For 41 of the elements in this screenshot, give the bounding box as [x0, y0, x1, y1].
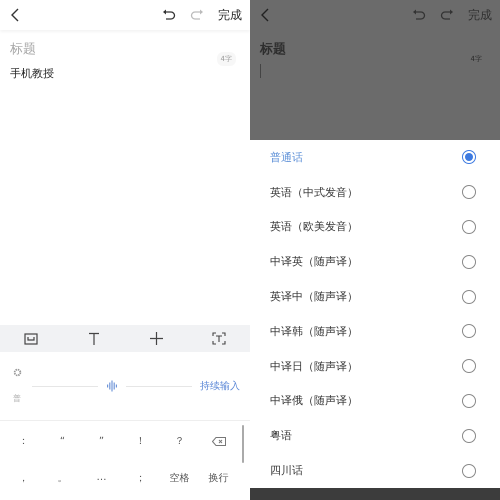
- radio-button[interactable]: [462, 464, 476, 478]
- language-option[interactable]: 中译俄（随声译）: [270, 393, 358, 408]
- done-button[interactable]: 完成: [218, 6, 242, 24]
- language-option[interactable]: 英语（中式发音）: [270, 184, 358, 200]
- radio-button[interactable]: [462, 220, 476, 234]
- language-option[interactable]: 中译英（随声译）: [270, 254, 358, 270]
- radio-button[interactable]: [462, 394, 476, 408]
- radio-button[interactable]: [462, 324, 476, 338]
- body-text: 手机教授: [10, 66, 55, 81]
- symbol-key[interactable]: ；: [121, 460, 160, 496]
- language-option[interactable]: 英语（欧美发音）: [270, 219, 358, 234]
- symbol-key[interactable]: ！: [121, 423, 160, 460]
- radio-button[interactable]: [462, 290, 476, 304]
- radio-button[interactable]: [462, 150, 476, 164]
- symbol-key[interactable]: 换行: [199, 460, 238, 496]
- symbol-key[interactable]: ”: [82, 423, 121, 460]
- symbol-key[interactable]: …: [82, 460, 121, 496]
- redo-icon[interactable]: [440, 9, 454, 21]
- symbol-key[interactable]: ，: [4, 460, 43, 496]
- backspace-icon[interactable]: [212, 436, 226, 446]
- waveform-icon[interactable]: [106, 380, 118, 392]
- undo-icon[interactable]: [162, 9, 176, 21]
- continuous-input-button[interactable]: 持续输入: [200, 379, 240, 393]
- radio-button[interactable]: [462, 185, 476, 200]
- settings-icon[interactable]: [12, 368, 22, 377]
- symbol-key[interactable]: 。: [43, 460, 82, 496]
- redo-icon[interactable]: [190, 9, 204, 21]
- back-icon[interactable]: [10, 8, 19, 22]
- symbol-key[interactable]: ？: [160, 423, 199, 460]
- radio-button[interactable]: [462, 254, 476, 269]
- radio-button[interactable]: [462, 359, 476, 374]
- language-option[interactable]: 四川话: [270, 463, 303, 478]
- language-option[interactable]: 中译韩（随声译）: [270, 324, 358, 339]
- symbol-key[interactable]: “: [43, 423, 82, 460]
- title-field: 标题: [260, 40, 490, 58]
- language-option[interactable]: 粤语: [270, 428, 292, 444]
- language-option[interactable]: 英译中（随声译）: [270, 289, 358, 304]
- language-option[interactable]: 中译日（随声译）: [270, 358, 358, 374]
- radio-button[interactable]: [462, 428, 476, 443]
- symbol-key[interactable]: ：: [4, 423, 43, 460]
- symbol-key[interactable]: 空格: [160, 460, 199, 496]
